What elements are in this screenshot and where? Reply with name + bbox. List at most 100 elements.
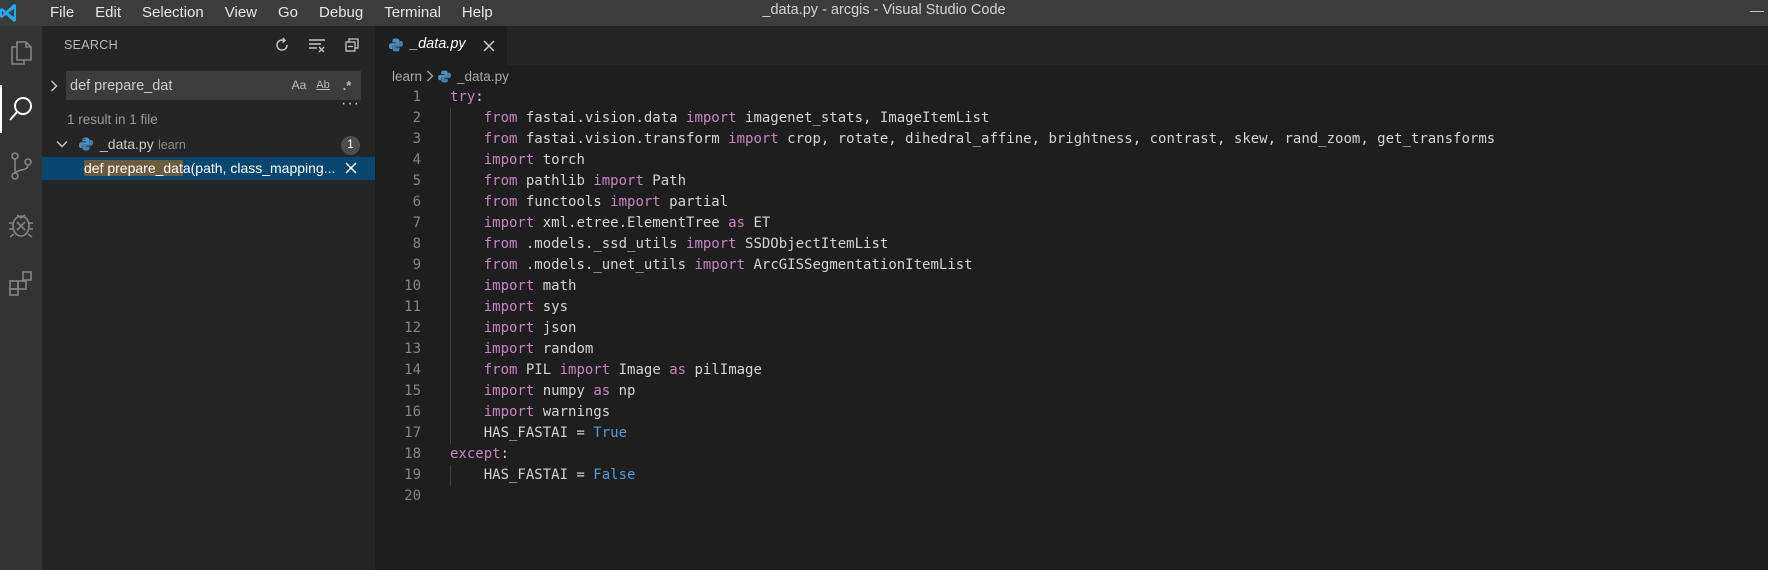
line-content: import math xyxy=(450,276,577,297)
collapse-all-icon[interactable] xyxy=(341,34,363,56)
line-number: 15 xyxy=(404,383,421,399)
keyword-token: import xyxy=(483,215,535,231)
match-highlight: def prepare_dat xyxy=(84,160,183,176)
line-content: import numpy as np xyxy=(450,381,636,402)
code-token: functools xyxy=(517,194,611,210)
code-line[interactable]: 7 import xml.etree.ElementTree as ET xyxy=(375,213,1768,234)
code-line[interactable]: 4 import torch xyxy=(375,150,1768,171)
refresh-icon[interactable] xyxy=(271,34,293,56)
line-number: 4 xyxy=(412,152,421,168)
dismiss-match-icon[interactable] xyxy=(343,160,359,176)
extensions-icon[interactable] xyxy=(0,259,42,307)
clear-results-icon[interactable] xyxy=(306,34,328,56)
code-token: PIL xyxy=(517,362,560,378)
toggle-replace-chevron-icon[interactable] xyxy=(47,76,61,96)
code-line[interactable]: 17 HAS_FASTAI = True xyxy=(375,423,1768,444)
explorer-icon[interactable] xyxy=(0,28,42,76)
editor-area: _data.py learn _data.py 1 try: 2 from fast… xyxy=(375,26,1768,570)
code-token: ArcGISSegmentationItemList xyxy=(745,257,973,273)
search-icon[interactable] xyxy=(0,85,42,133)
breadcrumb-folder[interactable]: learn xyxy=(392,69,422,84)
menu-file[interactable]: File xyxy=(40,0,85,26)
toggle-search-details-icon[interactable]: ··· xyxy=(341,95,360,113)
keyword-token: import xyxy=(686,110,737,126)
line-number: 18 xyxy=(404,446,421,462)
code-line[interactable]: 8 from .models._ssd_utils import SSDObje… xyxy=(375,234,1768,255)
tab-data-py[interactable]: _data.py xyxy=(375,26,507,65)
result-file-row[interactable]: _data.py learn 1 xyxy=(42,134,375,156)
keyword-token: try xyxy=(450,89,476,105)
editor-tabs: _data.py xyxy=(375,26,1768,65)
keyword-token: import xyxy=(686,236,737,252)
keyword-token: as xyxy=(593,383,611,399)
close-tab-icon[interactable] xyxy=(481,38,497,54)
debug-icon[interactable] xyxy=(0,200,42,248)
minimize-icon[interactable]: — xyxy=(1750,0,1764,20)
menu-debug[interactable]: Debug xyxy=(309,0,374,26)
keyword-token: import xyxy=(728,131,779,147)
menu-terminal[interactable]: Terminal xyxy=(374,0,452,26)
search-input[interactable] xyxy=(66,71,281,100)
code-line[interactable]: 5 from pathlib import Path xyxy=(375,171,1768,192)
code-line[interactable]: 16 import warnings xyxy=(375,402,1768,423)
code-token: pathlib xyxy=(517,173,594,189)
line-content: from PIL import Image as pilImage xyxy=(450,360,762,381)
line-content: from pathlib import Path xyxy=(450,171,686,192)
match-whole-word-icon[interactable]: Ab xyxy=(313,75,333,95)
menu-view[interactable]: View xyxy=(215,0,268,26)
code-line[interactable]: 2 from fastai.vision.data import imagene… xyxy=(375,108,1768,129)
python-file-icon xyxy=(438,69,452,83)
keyword-token: from xyxy=(483,362,518,378)
code-line[interactable]: 20 xyxy=(375,486,1768,507)
code-line[interactable]: 1 try: xyxy=(375,87,1768,108)
line-number: 3 xyxy=(412,131,421,147)
use-regex-icon[interactable]: .* xyxy=(337,75,357,95)
chevron-right-icon xyxy=(426,70,434,82)
code-token: partial xyxy=(660,194,729,210)
menu-go[interactable]: Go xyxy=(268,0,309,26)
breadcrumb-file[interactable]: _data.py xyxy=(457,69,509,84)
code-token: sys xyxy=(534,299,569,315)
code-line[interactable]: 9 from .models._unet_utils import ArcGIS… xyxy=(375,255,1768,276)
code-token: json xyxy=(534,320,577,336)
code-line[interactable]: 14 from PIL import Image as pilImage xyxy=(375,360,1768,381)
code-token: xml.etree.ElementTree xyxy=(534,215,729,231)
code-line[interactable]: 10 import math xyxy=(375,276,1768,297)
constant-token: True xyxy=(593,425,628,441)
code-line[interactable]: 19 HAS_FASTAI = False xyxy=(375,465,1768,486)
code-token: imagenet_stats, ImageItemList xyxy=(736,110,990,126)
keyword-token: import xyxy=(483,278,535,294)
code-line[interactable]: 12 import json xyxy=(375,318,1768,339)
menu-edit[interactable]: Edit xyxy=(85,0,132,26)
result-file-name: _data.py xyxy=(100,136,154,152)
keyword-token: import xyxy=(483,299,535,315)
code-line[interactable]: 13 import random xyxy=(375,339,1768,360)
line-content: from .models._ssd_utils import SSDObject… xyxy=(450,234,889,255)
code-line[interactable]: 18 except: xyxy=(375,444,1768,465)
source-control-icon[interactable] xyxy=(0,142,42,190)
chevron-down-icon[interactable] xyxy=(56,137,68,155)
code-line[interactable]: 6 from functools import partial xyxy=(375,192,1768,213)
line-content: import sys xyxy=(450,297,568,318)
code-token: .models._unet_utils xyxy=(517,257,695,273)
code-line[interactable]: 3 from fastai.vision.transform import cr… xyxy=(375,129,1768,150)
line-number: 14 xyxy=(404,362,421,378)
search-match-row[interactable]: def prepare_data(path, class_mapping... xyxy=(42,157,375,180)
code-token: .models._ssd_utils xyxy=(517,236,687,252)
code-line[interactable]: 15 import numpy as np xyxy=(375,381,1768,402)
sidebar-header: SEARCH xyxy=(42,26,375,64)
code-line[interactable]: 11 import sys xyxy=(375,297,1768,318)
keyword-token: from xyxy=(483,236,518,252)
menu-help[interactable]: Help xyxy=(452,0,504,26)
line-content: import warnings xyxy=(450,402,610,423)
line-content: from .models._unet_utils import ArcGISSe… xyxy=(450,255,973,276)
menu-bar: File Edit Selection View Go Debug Termin… xyxy=(40,0,504,26)
match-case-icon[interactable]: Aa xyxy=(289,75,309,95)
keyword-token: import xyxy=(694,257,746,273)
menu-selection[interactable]: Selection xyxy=(132,0,215,26)
search-sidebar: SEARCH Aa Ab .* ··· 1 result in 1 file xyxy=(42,26,375,570)
line-content: HAS_FASTAI = True xyxy=(450,423,627,444)
result-summary: 1 result in 1 file xyxy=(67,112,158,127)
line-content: from fastai.vision.transform import crop… xyxy=(450,129,1495,150)
code-editor[interactable]: 1 try: 2 from fastai.vision.data import im… xyxy=(375,87,1768,507)
